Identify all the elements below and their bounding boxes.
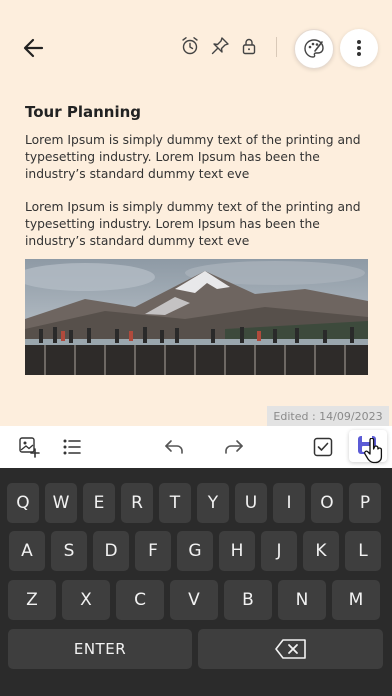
key-t[interactable]: T (159, 483, 191, 523)
redo-icon[interactable] (223, 436, 245, 458)
key-k[interactable]: K (303, 531, 339, 571)
key-o[interactable]: O (311, 483, 343, 523)
note-paragraph[interactable]: Lorem Ipsum is simply dummy text of the … (25, 132, 370, 183)
key-q[interactable]: Q (7, 483, 39, 523)
key-z[interactable]: Z (8, 580, 56, 620)
hand-cursor-icon (364, 438, 383, 464)
key-p[interactable]: P (349, 483, 381, 523)
backspace-icon (274, 639, 306, 659)
key-s[interactable]: S (51, 531, 87, 571)
key-c[interactable]: C (116, 580, 164, 620)
on-screen-keyboard: Q W E R T Y U I O P A S D F G H J K L Z … (0, 468, 392, 696)
key-w[interactable]: W (45, 483, 77, 523)
key-e[interactable]: E (83, 483, 115, 523)
palette-icon (304, 39, 324, 58)
key-a[interactable]: A (9, 531, 45, 571)
palette-button[interactable] (294, 29, 334, 69)
key-g[interactable]: G (177, 531, 213, 571)
back-arrow-icon[interactable] (20, 34, 48, 62)
key-d[interactable]: D (93, 531, 129, 571)
more-options-button[interactable] (340, 29, 378, 67)
edited-timestamp: Edited : 14/09/2023 (267, 406, 389, 426)
editor-toolbar (0, 426, 392, 468)
alarm-icon[interactable] (180, 36, 200, 56)
key-x[interactable]: X (62, 580, 110, 620)
checkbox-icon[interactable] (312, 436, 334, 458)
note-title[interactable]: Tour Planning (25, 103, 141, 121)
key-r[interactable]: R (121, 483, 153, 523)
backspace-key[interactable] (198, 629, 383, 669)
key-j[interactable]: J (261, 531, 297, 571)
key-i[interactable]: I (273, 483, 305, 523)
note-image[interactable] (25, 259, 368, 375)
key-b[interactable]: B (224, 580, 272, 620)
key-v[interactable]: V (170, 580, 218, 620)
key-y[interactable]: Y (197, 483, 229, 523)
mountain-skywalk-photo (25, 259, 368, 375)
header-divider (276, 37, 277, 57)
note-paragraph[interactable]: Lorem Ipsum is simply dummy text of the … (25, 199, 370, 250)
enter-key[interactable]: ENTER (8, 629, 192, 669)
lock-icon[interactable] (239, 36, 259, 56)
key-l[interactable]: L (345, 531, 381, 571)
key-n[interactable]: N (278, 580, 326, 620)
more-vertical-icon (357, 40, 361, 56)
pin-icon[interactable] (210, 36, 230, 56)
save-button[interactable] (349, 430, 387, 464)
key-m[interactable]: M (332, 580, 380, 620)
add-image-icon[interactable] (18, 436, 40, 458)
key-u[interactable]: U (235, 483, 267, 523)
bullet-list-icon[interactable] (61, 436, 83, 458)
key-h[interactable]: H (219, 531, 255, 571)
undo-icon[interactable] (163, 436, 185, 458)
key-f[interactable]: F (135, 531, 171, 571)
app-header (0, 0, 392, 92)
